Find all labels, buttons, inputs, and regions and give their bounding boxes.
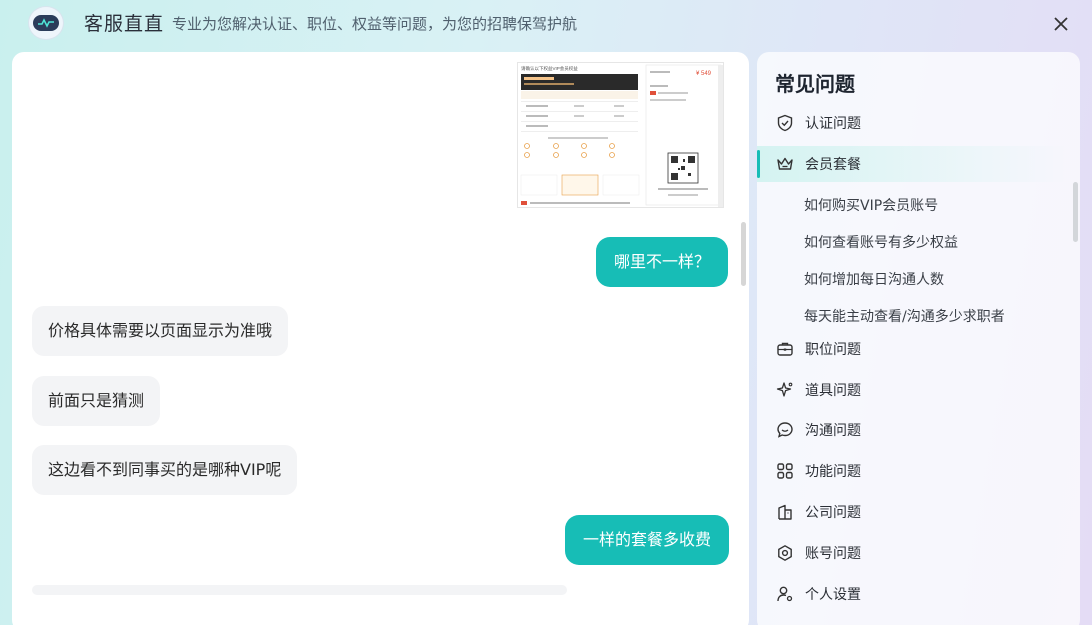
faq-category-label: 个人设置 — [805, 587, 861, 603]
shot-heading: 请确认以下权益VIP会员权益 — [521, 65, 578, 72]
user-message-bubble: 一样的套餐多收费 — [565, 515, 730, 565]
faq-category-label: 会员套餐 — [805, 157, 861, 173]
message-text: 一样的套餐多收费 — [583, 530, 712, 549]
chat-scrollbar[interactable] — [741, 222, 746, 286]
building-icon — [775, 502, 795, 522]
user-settings-icon — [775, 584, 795, 604]
bot-message-bubble-partial — [32, 585, 567, 595]
faq-category-label: 道具问题 — [805, 383, 861, 399]
screenshot-image-message[interactable]: 请确认以下权益VIP会员权益 ¥ 549 — [517, 62, 724, 208]
faq-category-props[interactable]: 道具问题 — [757, 372, 1067, 408]
sparkle-icon — [775, 380, 795, 400]
message-text: 前面只是猜测 — [48, 391, 145, 410]
faq-category-communication[interactable]: 沟通问题 — [757, 412, 1067, 448]
faq-category-position[interactable]: 职位问题 — [757, 331, 1067, 367]
faq-title: 常见问题 — [775, 72, 855, 96]
faq-scrollbar[interactable] — [1073, 182, 1078, 242]
grid-icon — [775, 461, 795, 481]
message-text: 价格具体需要以页面显示为准哦 — [48, 321, 273, 340]
faq-category-label: 职位问题 — [805, 342, 861, 358]
header-subtitle: 专业为您解决认证、职位、权益等问题，为您的招聘保驾护航 — [172, 15, 578, 33]
faq-question-link[interactable]: 如何购买VIP会员账号 — [804, 195, 938, 215]
bot-message-bubble: 前面只是猜测 — [32, 376, 161, 426]
faq-category-company[interactable]: 公司问题 — [757, 494, 1067, 530]
message-text: 这边看不到同事买的是哪种VIP呢 — [48, 460, 282, 479]
crown-icon — [775, 154, 795, 174]
faq-category-membership[interactable]: 会员套餐 — [757, 146, 1067, 182]
message-text: 哪里不一样？ — [614, 252, 711, 271]
hexagon-settings-icon — [775, 543, 795, 563]
bot-face-icon — [33, 15, 59, 31]
faq-category-label: 认证问题 — [805, 116, 861, 132]
header-title: 客服直直 — [84, 13, 165, 35]
screenshot-thumbnail: 请确认以下权益VIP会员权益 ¥ 549 — [518, 63, 723, 207]
faq-category-certification[interactable]: 认证问题 — [757, 105, 1067, 141]
bot-message-bubble: 这边看不到同事买的是哪种VIP呢 — [32, 445, 298, 495]
bot-message-bubble: 价格具体需要以页面显示为准哦 — [32, 306, 289, 356]
faq-category-personal-settings[interactable]: 个人设置 — [757, 576, 1067, 612]
header-bar: 客服直直 专业为您解决认证、职位、权益等问题，为您的招聘保驾护航 — [0, 0, 1092, 48]
chat-icon — [775, 420, 795, 440]
faq-category-label: 沟通问题 — [805, 423, 861, 439]
shield-check-icon — [775, 113, 795, 133]
bot-avatar — [28, 6, 64, 40]
faq-question-link[interactable]: 每天能主动查看/沟通多少求职者 — [804, 306, 1005, 326]
faq-category-features[interactable]: 功能问题 — [757, 453, 1067, 489]
shot-price: ¥ 549 — [696, 71, 712, 77]
briefcase-icon — [775, 339, 795, 359]
faq-category-label: 账号问题 — [805, 546, 861, 562]
faq-category-label: 功能问题 — [805, 464, 861, 480]
chat-panel: 请确认以下权益VIP会员权益 ¥ 549 哪里不一样？ 价格具体需要以页面显示为… — [12, 52, 749, 625]
close-icon — [1054, 17, 1068, 31]
faq-category-account[interactable]: 账号问题 — [757, 535, 1067, 571]
close-button[interactable] — [1049, 12, 1073, 36]
faq-category-label: 公司问题 — [805, 505, 861, 521]
faq-question-link[interactable]: 如何增加每日沟通人数 — [804, 269, 944, 289]
faq-panel: 常见问题 认证问题 会员套餐 如何购买VIP会员账号 如何查看账号有多少权益 如… — [757, 52, 1080, 625]
faq-question-link[interactable]: 如何查看账号有多少权益 — [804, 232, 958, 252]
user-message-bubble: 哪里不一样？ — [596, 237, 729, 287]
